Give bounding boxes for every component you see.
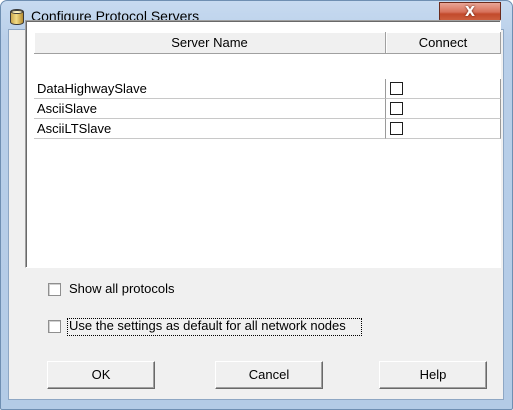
help-button[interactable]: Help <box>379 361 487 389</box>
column-header-connect[interactable]: Connect <box>386 32 501 54</box>
column-header-server-name[interactable]: Server Name <box>34 32 386 54</box>
table-row[interactable]: AsciiSlave <box>34 99 501 119</box>
connect-cell <box>386 119 501 139</box>
server-name-cell: DataHighwaySlave <box>34 79 386 99</box>
use-default-settings-label[interactable]: Use the settings as default for all netw… <box>69 318 346 333</box>
connect-cell <box>386 99 501 119</box>
show-all-protocols-label[interactable]: Show all protocols <box>69 281 175 296</box>
database-icon <box>10 9 24 25</box>
show-all-protocols-checkbox[interactable] <box>48 283 61 296</box>
server-list[interactable] <box>25 20 501 268</box>
table-row[interactable]: AsciiLTSlave <box>34 119 501 139</box>
server-name-cell: AsciiSlave <box>34 99 386 119</box>
connect-checkbox[interactable] <box>390 82 403 95</box>
connect-cell <box>386 79 501 99</box>
ok-button[interactable]: OK <box>47 361 155 389</box>
cancel-button[interactable]: Cancel <box>215 361 323 389</box>
use-default-settings-checkbox[interactable] <box>48 320 61 333</box>
table-row[interactable]: DataHighwaySlave <box>34 79 501 99</box>
connect-checkbox[interactable] <box>390 102 403 115</box>
connect-checkbox[interactable] <box>390 122 403 135</box>
server-name-cell: AsciiLTSlave <box>34 119 386 139</box>
